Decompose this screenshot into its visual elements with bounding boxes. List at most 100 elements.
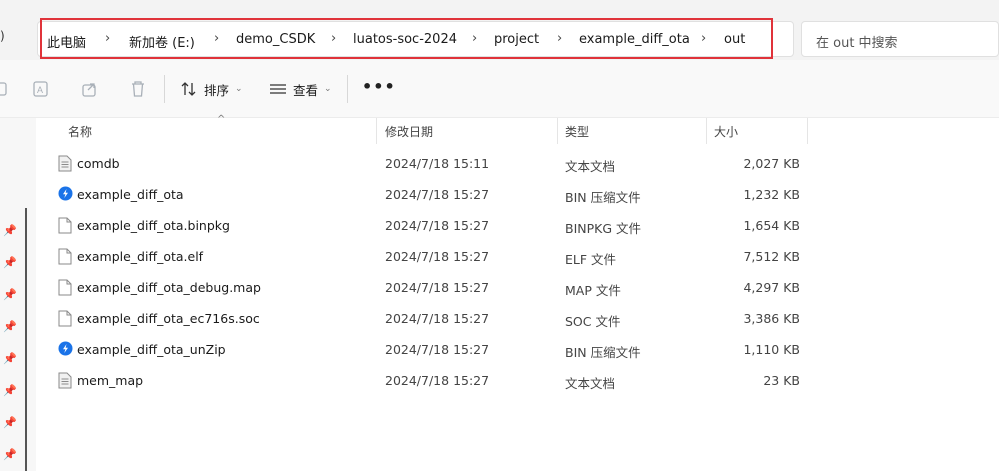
text-file-icon bbox=[58, 155, 72, 172]
column-divider[interactable] bbox=[706, 118, 707, 144]
nav-button-fragment[interactable]: ) bbox=[0, 29, 5, 43]
view-button[interactable]: 查看 ⌄ bbox=[269, 78, 332, 100]
file-modified: 2024/7/18 15:27 bbox=[385, 187, 490, 202]
file-name: example_diff_ota.elf bbox=[77, 249, 204, 264]
breadcrumb-separator[interactable]: › bbox=[105, 31, 110, 46]
search-placeholder[interactable]: 在 out 中搜索 bbox=[816, 32, 898, 51]
address-bar[interactable]: 此电脑 › 新加卷 (E:) › demo_CSDK › luatos-soc-… bbox=[37, 21, 794, 57]
toolbar-divider bbox=[347, 75, 348, 103]
file-size: 23 KB bbox=[763, 373, 800, 388]
breadcrumb-separator[interactable]: › bbox=[557, 31, 562, 46]
file-type: BINPKG 文件 bbox=[565, 221, 642, 236]
breadcrumb-separator[interactable]: › bbox=[701, 31, 706, 46]
file-row[interactable]: example_diff_ota.binpkg 2024/7/18 15:27 … bbox=[36, 210, 999, 241]
file-size: 1,654 KB bbox=[743, 218, 800, 233]
file-row[interactable]: mem_map 2024/7/18 15:27 文本文档 23 KB bbox=[36, 365, 999, 396]
file-type: MAP 文件 bbox=[565, 283, 621, 298]
breadcrumb-separator[interactable]: › bbox=[331, 31, 336, 46]
column-name[interactable]: 名称 bbox=[68, 123, 92, 140]
column-header: ^ 名称 修改日期 类型 大小 bbox=[36, 114, 999, 144]
pin-icon[interactable]: 📌 bbox=[3, 320, 17, 333]
breadcrumb-project[interactable]: project bbox=[494, 32, 539, 47]
blank-file-icon bbox=[58, 310, 72, 327]
blank-file-icon bbox=[58, 279, 72, 296]
address-bar-row: ) 此电脑 › 新加卷 (E:) › demo_CSDK › luatos-so… bbox=[0, 18, 999, 60]
blank-file-icon bbox=[58, 248, 72, 265]
pin-icon[interactable]: 📌 bbox=[3, 384, 17, 397]
file-type: BIN 压缩文件 bbox=[565, 190, 641, 205]
file-size: 4,297 KB bbox=[743, 280, 800, 295]
file-type: 文本文档 bbox=[565, 376, 616, 391]
sort-icon bbox=[181, 82, 196, 96]
file-size: 1,232 KB bbox=[743, 187, 800, 202]
sort-label: 排序 bbox=[204, 82, 230, 98]
cut-icon[interactable] bbox=[0, 79, 12, 99]
breadcrumb-separator[interactable]: › bbox=[472, 31, 477, 46]
toolbar-divider bbox=[164, 75, 165, 103]
svg-text:A: A bbox=[37, 85, 43, 95]
command-bar: A 排序 ⌄ 查看 ⌄ ••• bbox=[0, 60, 999, 118]
breadcrumb-luatos-soc-2024[interactable]: luatos-soc-2024 bbox=[353, 32, 457, 47]
pin-icon[interactable]: 📌 bbox=[3, 288, 17, 301]
file-modified: 2024/7/18 15:11 bbox=[385, 156, 490, 171]
column-modified[interactable]: 修改日期 bbox=[385, 123, 433, 140]
file-size: 1,110 KB bbox=[743, 342, 800, 357]
view-label: 查看 bbox=[293, 82, 319, 98]
pin-icon[interactable]: 📌 bbox=[3, 448, 17, 461]
archive-app-icon bbox=[58, 186, 73, 203]
file-name: mem_map bbox=[77, 373, 144, 388]
file-name: example_diff_ota.binpkg bbox=[77, 218, 230, 233]
file-type: SOC 文件 bbox=[565, 314, 621, 329]
breadcrumb-demo-csdk[interactable]: demo_CSDK bbox=[236, 32, 315, 47]
file-type: BIN 压缩文件 bbox=[565, 345, 641, 360]
file-modified: 2024/7/18 15:27 bbox=[385, 249, 490, 264]
file-row[interactable]: example_diff_ota_debug.map 2024/7/18 15:… bbox=[36, 272, 999, 303]
navigation-pane: 📌 📌 📌 📌 📌 📌 📌 📌 bbox=[0, 118, 36, 471]
file-modified: 2024/7/18 15:27 bbox=[385, 280, 490, 295]
file-modified: 2024/7/18 15:27 bbox=[385, 373, 490, 388]
breadcrumb-this-pc[interactable]: 此电脑 bbox=[47, 32, 86, 51]
file-name: example_diff_ota_ec716s.soc bbox=[77, 311, 260, 326]
file-row[interactable]: comdb 2024/7/18 15:11 文本文档 2,027 KB bbox=[36, 148, 999, 179]
file-size: 2,027 KB bbox=[743, 156, 800, 171]
file-row[interactable]: example_diff_ota_unZip 2024/7/18 15:27 B… bbox=[36, 334, 999, 365]
pin-icon[interactable]: 📌 bbox=[3, 352, 17, 365]
more-options-button[interactable]: ••• bbox=[362, 77, 396, 96]
pin-icon[interactable]: 📌 bbox=[3, 224, 17, 237]
search-box[interactable]: 在 out 中搜索 bbox=[801, 21, 999, 57]
file-name: example_diff_ota_unZip bbox=[77, 342, 226, 357]
text-file-icon bbox=[58, 372, 72, 389]
breadcrumb-example-diff-ota[interactable]: example_diff_ota bbox=[579, 32, 690, 47]
nav-scrollbar[interactable] bbox=[25, 208, 27, 471]
column-divider[interactable] bbox=[557, 118, 558, 144]
file-name: example_diff_ota_debug.map bbox=[77, 280, 261, 295]
pin-icon[interactable]: 📌 bbox=[3, 256, 17, 269]
sort-ascending-icon: ^ bbox=[217, 114, 226, 125]
archive-app-icon bbox=[58, 341, 73, 358]
breadcrumb-separator[interactable]: › bbox=[214, 31, 219, 46]
column-divider[interactable] bbox=[807, 118, 808, 144]
column-type[interactable]: 类型 bbox=[565, 123, 589, 140]
column-divider[interactable] bbox=[376, 118, 377, 144]
pin-icon[interactable]: 📌 bbox=[3, 416, 17, 429]
file-size: 7,512 KB bbox=[743, 249, 800, 264]
breadcrumb-drive-e[interactable]: 新加卷 (E:) bbox=[129, 32, 195, 51]
file-row[interactable]: example_diff_ota.elf 2024/7/18 15:27 ELF… bbox=[36, 241, 999, 272]
sort-button[interactable]: 排序 ⌄ bbox=[180, 78, 243, 100]
column-size[interactable]: 大小 bbox=[714, 123, 738, 140]
file-name: example_diff_ota bbox=[77, 187, 184, 202]
file-row[interactable]: example_diff_ota_ec716s.soc 2024/7/18 15… bbox=[36, 303, 999, 334]
delete-icon[interactable] bbox=[128, 79, 148, 99]
rename-icon[interactable]: A bbox=[31, 79, 51, 99]
file-modified: 2024/7/18 15:27 bbox=[385, 342, 490, 357]
file-type: ELF 文件 bbox=[565, 252, 617, 267]
file-modified: 2024/7/18 15:27 bbox=[385, 311, 490, 326]
blank-file-icon bbox=[58, 217, 72, 234]
view-icon bbox=[270, 84, 286, 94]
breadcrumb-out[interactable]: out bbox=[724, 32, 745, 47]
file-type: 文本文档 bbox=[565, 159, 616, 174]
file-size: 3,386 KB bbox=[743, 311, 800, 326]
share-icon[interactable] bbox=[80, 79, 100, 99]
file-name: comdb bbox=[77, 156, 120, 171]
file-row[interactable]: example_diff_ota 2024/7/18 15:27 BIN 压缩文… bbox=[36, 179, 999, 210]
